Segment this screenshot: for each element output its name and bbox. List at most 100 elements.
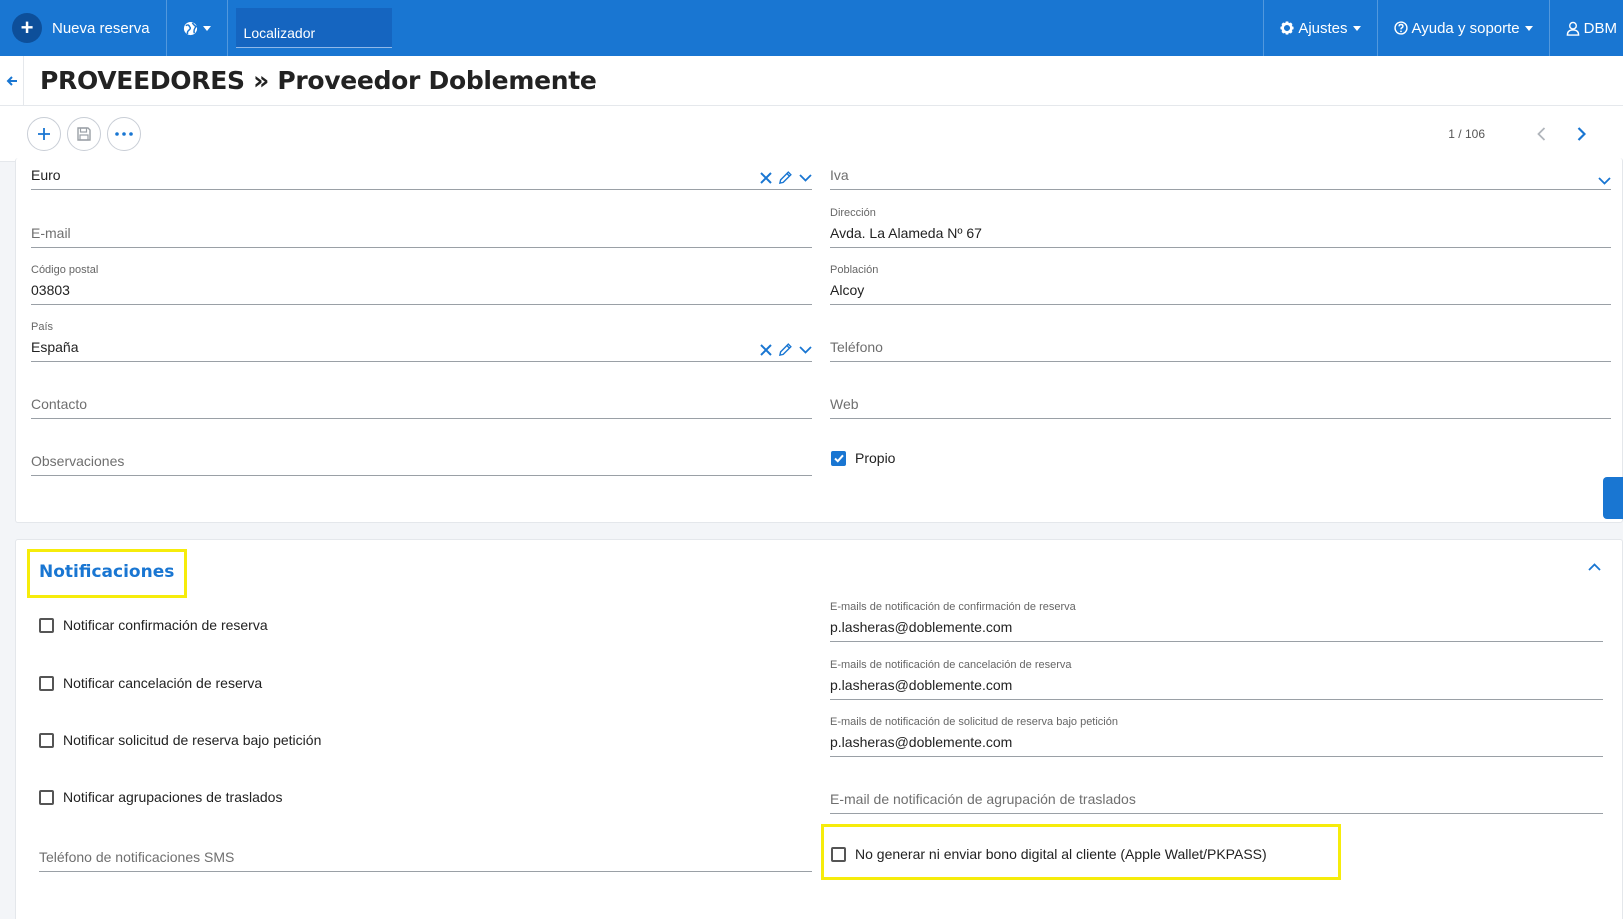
new-reservation-button[interactable]: + Nueva reserva — [0, 0, 167, 56]
collapse-button[interactable] — [1588, 558, 1601, 574]
help-label: Ayuda y soporte — [1411, 19, 1520, 37]
no-digital-voucher-label: No generar ni enviar bono digital al cli… — [855, 846, 1267, 862]
top-navbar: + Nueva reserva Ajustes Ayuda y soporte … — [0, 0, 1623, 56]
plus-icon: + — [12, 13, 42, 43]
postal-code-field[interactable]: Código postal 03803 — [31, 264, 812, 305]
town-label: Población — [830, 264, 879, 276]
question-circle-icon — [1393, 21, 1408, 35]
more-options-button[interactable] — [107, 116, 141, 151]
phone-field[interactable]: Teléfono — [830, 323, 1611, 362]
own-checkbox[interactable]: Propio — [831, 450, 895, 466]
transfer-group-email-placeholder: E-mail de notificación de agrupación de … — [830, 791, 1136, 807]
notify-transfer-groups-label: Notificar agrupaciones de traslados — [63, 789, 283, 805]
new-reservation-label: Nueva reserva — [52, 19, 150, 37]
tax-value: Iva — [830, 167, 849, 183]
currency-actions — [760, 170, 812, 185]
checkbox-unchecked[interactable] — [39, 732, 54, 748]
pencil-icon[interactable] — [778, 170, 793, 185]
contact-field[interactable]: Contacto — [31, 380, 812, 419]
transfer-group-email-field[interactable]: E-mail de notificación de agrupación de … — [830, 777, 1603, 814]
locator-search — [235, 8, 392, 48]
sms-phone-placeholder: Teléfono de notificaciones SMS — [39, 849, 235, 865]
settings-menu[interactable]: Ajustes — [1263, 0, 1376, 56]
help-menu[interactable]: Ayuda y soporte — [1376, 0, 1549, 56]
on-request-emails-label: E-mails de notificación de solicitud de … — [830, 716, 1118, 728]
confirmation-emails-field[interactable]: E-mails de notificación de confirmación … — [830, 601, 1603, 642]
sms-phone-field[interactable]: Teléfono de notificaciones SMS — [39, 840, 812, 872]
floppy-disk-icon — [77, 126, 91, 141]
add-button[interactable] — [27, 116, 61, 151]
cancellation-emails-value: p.lasheras@doblemente.com — [830, 677, 1013, 693]
on-request-emails-value: p.lasheras@doblemente.com — [830, 734, 1013, 750]
checkbox-unchecked[interactable] — [831, 846, 846, 862]
record-count: 1 / 106 — [1448, 126, 1485, 141]
action-toolbar: 1 / 106 — [0, 106, 1623, 162]
notes-placeholder: Observaciones — [31, 453, 125, 469]
chevron-left-icon — [1536, 126, 1545, 141]
tax-select[interactable]: Iva — [830, 162, 1611, 190]
postal-code-label: Código postal — [31, 264, 99, 276]
email-placeholder: E-mail — [31, 225, 71, 241]
country-actions — [760, 342, 812, 357]
notify-cancellation-checkbox[interactable]: Notificar cancelación de reserva — [39, 675, 262, 691]
cancellation-emails-label: E-mails de notificación de cancelación d… — [830, 659, 1072, 671]
chevron-up-icon — [1588, 563, 1601, 571]
checkbox-checked[interactable] — [831, 450, 846, 466]
chevron-right-icon — [1577, 126, 1586, 141]
chevron-down-icon — [1352, 25, 1361, 31]
user-label: DBM — [1583, 19, 1617, 37]
currency-select[interactable]: Euro — [31, 162, 812, 190]
plus-icon — [38, 127, 50, 140]
checkbox-unchecked[interactable] — [39, 675, 54, 691]
town-value: Alcoy — [830, 282, 865, 298]
next-record-button[interactable] — [1561, 119, 1601, 149]
own-label: Propio — [855, 450, 896, 466]
side-tab-button[interactable] — [1603, 477, 1623, 519]
chevron-down-icon — [1524, 25, 1533, 31]
address-label: Dirección — [830, 207, 876, 219]
previous-record-button[interactable] — [1521, 119, 1561, 149]
phone-placeholder: Teléfono — [830, 339, 883, 355]
locator-input[interactable] — [243, 25, 392, 41]
record-pager: 1 / 106 — [1448, 119, 1601, 149]
page-title: PROVEEDORES » Proveedor Doblemente — [40, 66, 597, 95]
save-button[interactable] — [67, 116, 101, 151]
checkbox-unchecked[interactable] — [39, 617, 54, 633]
on-request-emails-field[interactable]: E-mails de notificación de solicitud de … — [830, 716, 1603, 757]
globe-icon — [183, 21, 197, 35]
country-select[interactable]: País España — [31, 321, 812, 362]
language-menu[interactable] — [167, 0, 228, 56]
notify-on-request-checkbox[interactable]: Notificar solicitud de reserva bajo peti… — [39, 732, 321, 748]
settings-label: Ajustes — [1298, 19, 1348, 37]
gear-icon — [1280, 21, 1294, 35]
notes-field[interactable]: Observaciones — [31, 437, 812, 476]
arrow-left-icon — [6, 75, 17, 86]
checkbox-unchecked[interactable] — [39, 789, 54, 805]
country-value: España — [31, 339, 79, 355]
web-field[interactable]: Web — [830, 380, 1611, 419]
address-field[interactable]: Dirección Avda. La Alameda Nº 67 — [830, 207, 1611, 248]
postal-code-value: 03803 — [31, 282, 70, 298]
no-digital-voucher-checkbox[interactable]: No generar ni enviar bono digital al cli… — [831, 846, 1267, 862]
user-icon — [1566, 21, 1579, 36]
confirmation-emails-value: p.lasheras@doblemente.com — [830, 619, 1013, 635]
user-menu[interactable]: DBM — [1548, 0, 1623, 56]
notify-confirmation-label: Notificar confirmación de reserva — [63, 617, 268, 633]
cancellation-emails-field[interactable]: E-mails de notificación de cancelación d… — [830, 659, 1603, 700]
chevron-down-icon[interactable] — [1598, 177, 1611, 185]
topbar-right: Ajustes Ayuda y soporte DBM — [1263, 0, 1623, 56]
chevron-down-icon[interactable] — [799, 345, 812, 354]
chevron-down-icon — [202, 25, 211, 31]
notify-transfer-groups-checkbox[interactable]: Notificar agrupaciones de traslados — [39, 789, 282, 805]
title-bar: PROVEEDORES » Proveedor Doblemente — [0, 55, 1623, 106]
email-field[interactable]: E-mail — [31, 210, 812, 248]
clear-icon[interactable] — [760, 171, 772, 184]
tax-actions — [1598, 177, 1611, 185]
notify-confirmation-checkbox[interactable]: Notificar confirmación de reserva — [39, 617, 268, 633]
clear-icon[interactable] — [760, 343, 772, 356]
chevron-down-icon[interactable] — [799, 173, 812, 182]
notify-on-request-label: Notificar solicitud de reserva bajo peti… — [63, 732, 322, 748]
back-button[interactable] — [0, 55, 24, 106]
pencil-icon[interactable] — [778, 342, 793, 357]
town-field[interactable]: Población Alcoy — [830, 264, 1611, 305]
